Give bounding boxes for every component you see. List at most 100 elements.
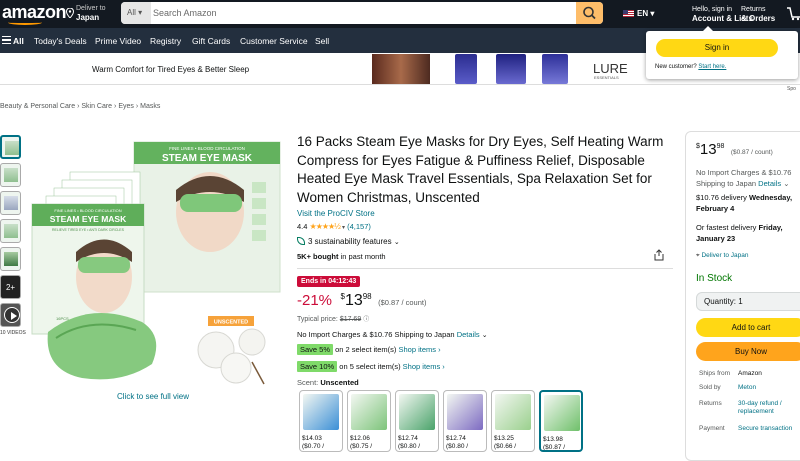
returns-policy-label: Returns: [699, 400, 722, 407]
thumbnail[interactable]: [0, 247, 21, 271]
nav-todays-deals[interactable]: Today's Deals: [34, 36, 87, 46]
sold-by-link[interactable]: Meton: [738, 384, 756, 392]
coupon-tag: Save 10%: [297, 361, 338, 372]
new-customer-label: New customer?: [655, 64, 697, 70]
swatch-price-value: $13.98: [543, 436, 563, 443]
typical-price: Typical price: $17.69 ⓘ: [297, 316, 370, 323]
bought-period: in past month: [340, 252, 386, 261]
breadcrumb-item[interactable]: Beauty & Personal Care: [0, 103, 75, 110]
nav-sell[interactable]: Sell: [315, 36, 329, 46]
shop-items-link[interactable]: Shop items ›: [399, 345, 441, 354]
typical-price-value: $17.69: [339, 316, 362, 323]
buybox-price: $1398 ($0.87 / count): [696, 141, 773, 159]
returns-policy-link[interactable]: 30-day refund / replacement: [738, 400, 782, 416]
in-stock-status: In Stock: [696, 273, 733, 284]
banner-lifestyle-image: [372, 54, 430, 84]
shop-items-link[interactable]: Shop items ›: [403, 362, 445, 371]
buybox-price-fraction: 98: [716, 143, 725, 150]
import-details-link[interactable]: Details: [457, 330, 480, 339]
import-charges: No Import Charges & $10.76 Shipping to J…: [297, 330, 488, 339]
swatch-image: [447, 394, 483, 430]
ships-from-value: Amazon: [738, 370, 762, 377]
buybox-price-whole: 13: [699, 141, 717, 158]
buybox-deliver-to[interactable]: ⌖ Deliver to Japan: [696, 252, 748, 260]
nav-all[interactable]: All: [13, 36, 24, 46]
thumbnail-image: [4, 252, 18, 266]
secure-transaction-link[interactable]: Secure transaction: [738, 425, 792, 433]
coupon-save-5: Save 5% on 2 select item(s) Shop items ›: [297, 344, 441, 355]
front-box-line1: FINE LINES • BLOOD CIRCULATION: [54, 208, 121, 213]
video-thumbnail[interactable]: [0, 303, 21, 327]
banner-text: Warm Comfort for Tired Eyes & Better Sle…: [92, 65, 250, 74]
amazon-smile-icon: [8, 20, 42, 25]
quantity-dropdown[interactable]: Quantity: 1: [696, 292, 800, 311]
add-to-cart-button[interactable]: Add to cart: [696, 318, 800, 337]
location-pin-icon: ⌖: [696, 252, 700, 259]
breadcrumb-item[interactable]: Eyes: [118, 103, 134, 110]
sustainability-features[interactable]: 3 sustainability features ⌄: [297, 237, 673, 246]
search-category-dropdown[interactable]: All ▾: [121, 2, 151, 24]
full-view-link[interactable]: Click to see full view: [117, 392, 189, 401]
top-navigation-bar: amazon Deliver to Japan All ▾ EN ▾ Hello…: [0, 0, 800, 28]
delivery-date: February 4: [696, 204, 735, 213]
rating-row: 4.4 ★★★★½ ▾ (4,157): [297, 222, 371, 231]
box-title: STEAM EYE MASK: [162, 153, 253, 164]
search-input[interactable]: [153, 2, 573, 24]
search-button[interactable]: [576, 2, 603, 24]
image-thumbnails: 2+ 10 VIDEOS: [0, 135, 26, 336]
scent-swatch[interactable]: $12.74 ($0.80 /: [395, 390, 439, 452]
buybox-details-link[interactable]: Details: [758, 179, 781, 188]
hamburger-menu-icon[interactable]: [2, 36, 11, 44]
coupon-text: on 5 select item(s): [339, 362, 401, 371]
search-bar: All ▾: [121, 2, 603, 24]
start-here-link[interactable]: Start here.: [698, 64, 726, 70]
scent-selector-label: Scent: Unscented: [297, 378, 359, 387]
coupon-tag: Save 5%: [297, 344, 334, 355]
play-icon: [4, 307, 20, 323]
cart-icon[interactable]: [786, 5, 800, 21]
breadcrumb-item[interactable]: Skin Care: [81, 103, 112, 110]
thumbnail[interactable]: [0, 135, 21, 159]
box-scent: UNSCENTED: [214, 320, 248, 326]
videos-label: 10 VIDEOS: [0, 330, 26, 336]
review-count-link[interactable]: (4,157): [347, 222, 371, 231]
star-rating-icon[interactable]: ★★★★½: [310, 222, 341, 231]
more-images-thumbnail[interactable]: 2+: [0, 275, 21, 299]
buybox-fastest-delivery: Or fastest delivery Friday, January 23: [696, 222, 783, 244]
thumbnail[interactable]: [0, 219, 21, 243]
scent-swatch[interactable]: $13.25 ($0.66 /: [491, 390, 535, 452]
banner-product-image: [455, 54, 477, 84]
scent-swatch-selected[interactable]: $13.98 ($0.87 /: [539, 390, 583, 452]
box-line1: FINE LINES • BLOOD CIRCULATION: [169, 146, 245, 151]
thumbnail[interactable]: [0, 191, 21, 215]
buybox-delivery: $10.76 delivery Wednesday, February 4: [696, 192, 792, 214]
scent-swatch[interactable]: $12.74 ($0.80 /: [443, 390, 487, 452]
scent-swatch[interactable]: $14.03 ($0.70 /: [299, 390, 343, 452]
scent-value: Unscented: [320, 378, 359, 387]
thumbnail[interactable]: [0, 163, 21, 187]
buybox-unit-price: ($0.87 / count): [730, 149, 773, 156]
us-flag-icon: [623, 10, 634, 17]
breadcrumb-item[interactable]: Masks: [140, 103, 160, 110]
language-selector[interactable]: EN ▾: [623, 9, 654, 18]
buy-now-button[interactable]: Buy Now: [696, 342, 800, 361]
buybox-import-charges: No Import Charges & $10.76 Shipping to J…: [696, 168, 792, 188]
returns-and-orders[interactable]: Returns & Orders: [741, 5, 775, 23]
nav-prime-video[interactable]: Prime Video: [95, 36, 141, 46]
scent-label: Scent:: [297, 378, 319, 387]
location-pin-icon: [66, 8, 74, 18]
main-product-image[interactable]: FINE LINES • BLOOD CIRCULATION STEAM EYE…: [30, 132, 282, 388]
share-icon[interactable]: [653, 249, 665, 261]
nav-gift-cards[interactable]: Gift Cards: [192, 36, 230, 46]
swatch-price: $14.03 ($0.70 /: [302, 435, 324, 451]
sign-in-button[interactable]: Sign in: [656, 39, 778, 57]
scent-swatch[interactable]: $12.06 ($0.75 /: [347, 390, 391, 452]
coupon-text: on 2 select item(s): [335, 345, 397, 354]
nav-customer-service[interactable]: Customer Service: [240, 36, 308, 46]
swatch-image: [399, 394, 435, 430]
swatch-image: [303, 394, 339, 430]
deliver-to-location[interactable]: Deliver to Japan: [66, 4, 106, 22]
store-link[interactable]: Visit the ProCIV Store: [297, 209, 673, 218]
swatch-price: $12.74 ($0.80 /: [446, 435, 468, 451]
nav-registry[interactable]: Registry: [150, 36, 181, 46]
